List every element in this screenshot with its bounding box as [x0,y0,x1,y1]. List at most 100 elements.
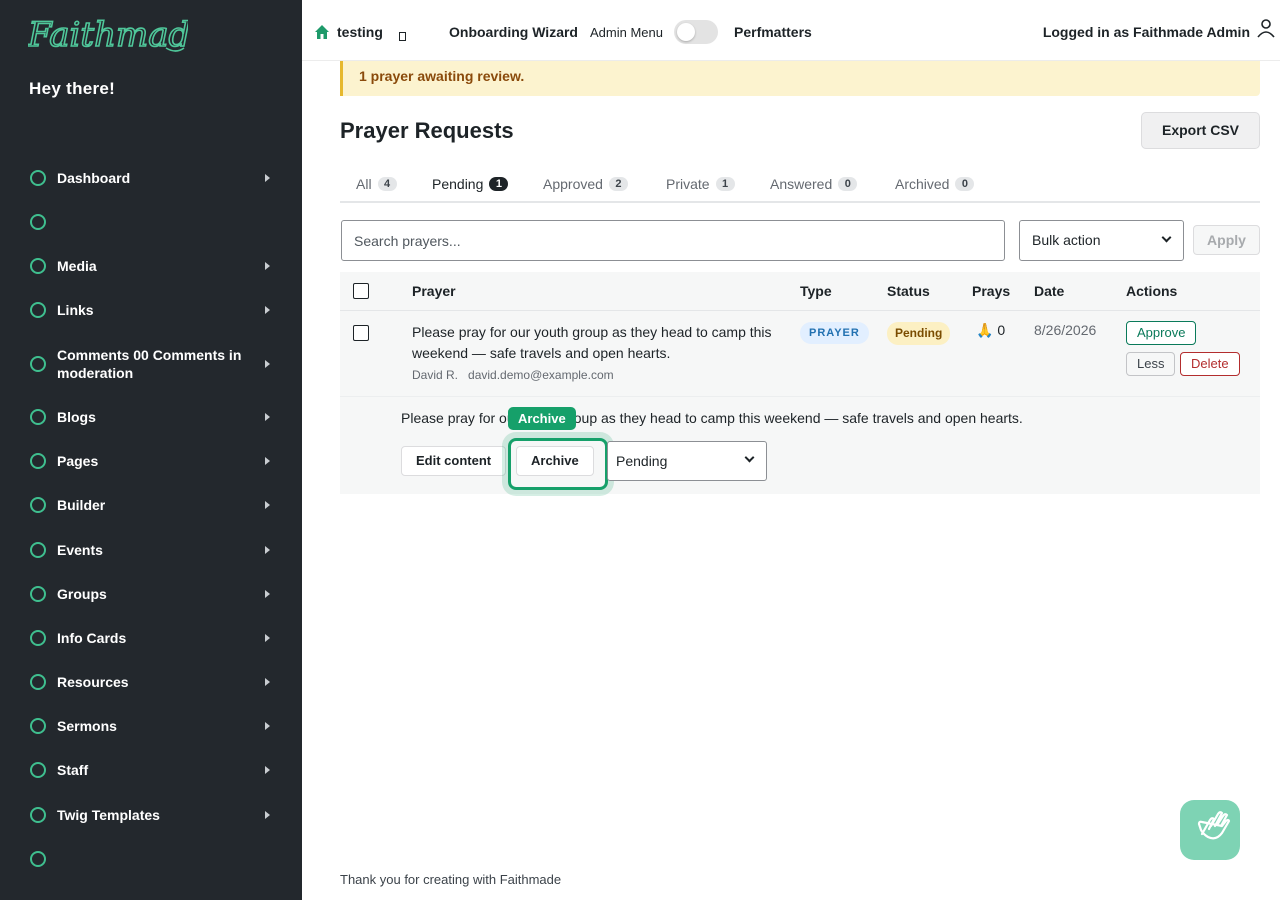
waving-hand-icon [1197,811,1231,840]
prayer-author: David R. [412,368,459,382]
chevron-down-icon [1161,232,1172,243]
search-prayers-input[interactable] [341,220,1005,261]
sidebar-item-media[interactable]: Media [0,256,302,276]
tab-count: 0 [838,177,858,191]
tab-all[interactable]: All 4 [356,176,397,192]
bulk-action-select[interactable]: Bulk action [1019,220,1184,261]
sidebar-item-links[interactable]: Links [0,300,302,320]
archive-tooltip: Archive [508,407,576,430]
sidebar-item-events[interactable]: Events [0,540,302,560]
menu-circle-icon [30,674,46,690]
col-actions: Actions [1126,283,1178,299]
chevron-right-icon [265,262,270,270]
chevron-right-icon [265,590,270,598]
tab-approved[interactable]: Approved 2 [543,176,628,192]
sidebar-item-label: Pages [57,453,99,469]
col-prays: Prays [972,283,1011,299]
sidebar-item-pages[interactable]: Pages [0,451,302,471]
menu-circle-icon [30,497,46,513]
placeholder-glyph-icon [399,32,406,41]
tab-label: Archived [895,176,950,192]
tab-label: Private [666,176,710,192]
tab-pending[interactable]: Pending 1 [432,176,509,192]
admin-sidebar: Faithmade Hey there! Dashboard Media Links… [0,0,302,900]
sidebar-item-label: Groups [57,586,107,602]
prays-value: 0 [997,322,1006,338]
table-row: Please pray for our youth group as they … [340,311,1260,397]
toggle-knob [677,23,695,41]
tab-count: 4 [377,177,397,191]
tab-label: All [356,176,372,192]
sidebar-item-info[interactable]: Info Cards [0,628,302,648]
export-csv-button[interactable]: Export CSV [1141,112,1260,149]
onboarding-wizard-link[interactable]: Onboarding Wizard [449,24,578,40]
menu-circle-icon [30,718,46,734]
help-button[interactable] [1180,800,1240,860]
sidebar-item-builder[interactable]: Builder [0,495,302,515]
menu-circle-icon [30,807,46,823]
status-tabs: All 4 Pending 1 Approved 2 Private 1 Answere… [340,170,1260,203]
sidebar-item-groups[interactable]: Groups [0,584,302,604]
row-checkbox[interactable] [353,325,369,341]
menu-circle-icon [30,542,46,558]
user-icon[interactable] [1256,18,1276,38]
chevron-right-icon [265,811,270,819]
page-title: Prayer Requests [340,118,514,143]
prayer-email: david.demo@example.com [468,368,614,382]
status-badge: Pending [887,322,951,345]
sidebar-item-blogs[interactable]: Blogs [0,407,302,427]
perfmatters-link[interactable]: Perfmatters [734,24,812,40]
menu-circle-icon [30,630,46,646]
apply-button[interactable]: Apply [1193,225,1260,255]
logged-in-user[interactable]: Logged in as Faithmade Admin [1043,24,1250,40]
menu-circle-icon [30,302,46,318]
chevron-right-icon [265,634,270,642]
sidebar-item-staff[interactable]: Staff [0,760,302,780]
svg-text:Faithmade: Faithmade [28,15,188,55]
prayer-date: 8/26/2026 [1034,322,1097,338]
site-name-link[interactable]: testing [337,24,383,40]
status-select[interactable]: Pending [607,441,767,481]
tab-archived[interactable]: Archived 0 [895,176,975,192]
greeting: Hey there! [29,79,116,98]
chevron-right-icon [265,306,270,314]
sidebar-item-blank-15[interactable] [0,849,302,869]
sidebar-item-dashboard[interactable]: Dashboard [0,168,302,188]
tab-label: Pending [432,176,484,192]
chevron-down-icon [744,452,755,463]
faithmade-logo[interactable]: Faithmade [28,12,188,58]
praying-hands-icon: 🙏 [976,322,994,338]
select-all-checkbox[interactable] [353,283,369,299]
footer-text: Thank you for creating with Faithmade [340,872,562,887]
chevron-right-icon [265,722,270,730]
col-date: Date [1034,283,1065,299]
sidebar-item-blank-1[interactable] [0,212,302,232]
approve-button[interactable]: Approve [1126,321,1197,345]
sidebar-item-twig[interactable]: Twig Templates [0,805,302,825]
delete-button[interactable]: Delete [1180,352,1240,376]
chevron-right-icon [265,501,270,509]
tab-count: 1 [489,177,509,191]
edit-content-button[interactable]: Edit content [401,446,507,476]
archive-button[interactable]: Archive [516,446,594,476]
home-icon[interactable] [314,24,330,40]
menu-circle-icon [30,214,46,230]
top-admin-bar: testing Onboarding Wizard Admin Menu Per… [302,0,1280,61]
admin-menu-label: Admin Menu [590,25,663,40]
admin-menu-toggle[interactable] [674,20,718,44]
sidebar-item-sermons[interactable]: Sermons [0,716,302,736]
notice-text: 1 prayer awaiting review. [359,68,525,84]
status-select-value: Pending [616,453,668,469]
sidebar-item-label: Links [57,302,94,318]
pending-notice: 1 prayer awaiting review. [340,61,1260,96]
prayer-detail-panel: Please pray for our youth group as they … [340,397,1260,494]
less-button[interactable]: Less [1126,352,1176,376]
sidebar-item-label: Resources [57,674,129,690]
sidebar-item-comments[interactable]: Comments 00 Comments in moderation [0,347,302,381]
sidebar-item-resources[interactable]: Resources [0,672,302,692]
prays-count: 🙏 0 [976,322,1005,339]
tab-count: 0 [955,177,975,191]
tab-answered[interactable]: Answered 0 [770,176,858,192]
menu-circle-icon [30,409,46,425]
tab-private[interactable]: Private 1 [666,176,735,192]
